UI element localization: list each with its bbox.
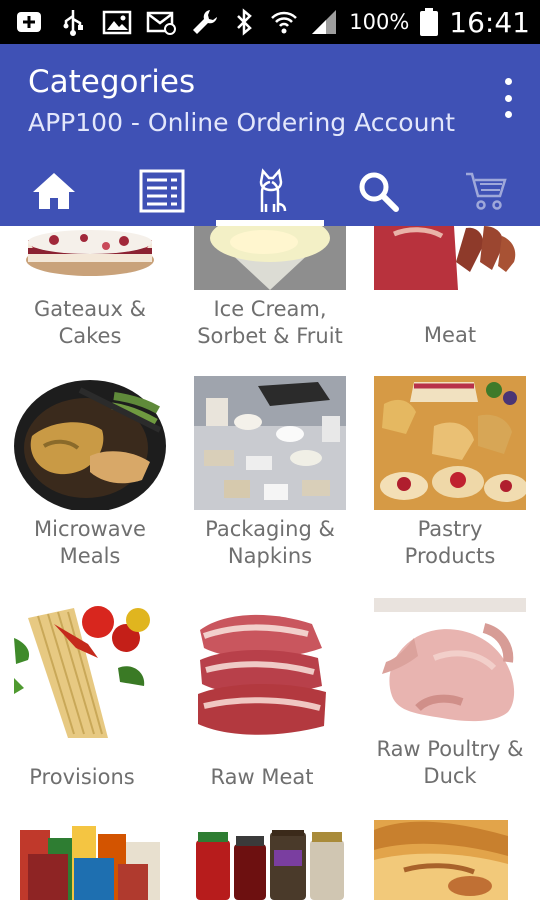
category-meat[interactable]: Meat — [360, 226, 540, 356]
tab-home[interactable] — [0, 156, 108, 226]
category-gateaux-cakes[interactable]: Gateaux & Cakes — [0, 226, 180, 356]
category-label: Ice Cream, Sorbet & Fruit — [197, 297, 343, 348]
bluetooth-icon — [237, 8, 253, 36]
category-raw-meat[interactable]: Raw Meat — [180, 598, 360, 798]
battery-icon — [420, 8, 439, 36]
category-image — [14, 820, 166, 900]
tab-categories[interactable] — [216, 156, 324, 226]
status-bar: 100% 16:41 — [0, 0, 540, 44]
page-title: Categories — [28, 64, 196, 100]
category-image — [374, 820, 508, 900]
category-label: Raw Poultry & Duck — [376, 737, 524, 788]
wifi-icon — [271, 11, 298, 34]
category-image — [194, 830, 346, 900]
mail-icon — [146, 11, 176, 35]
category-label: Raw Meat — [210, 765, 314, 789]
category-label: Packaging & Napkins — [205, 517, 335, 568]
category-item[interactable] — [180, 820, 360, 900]
tab-search[interactable] — [324, 156, 432, 226]
image-icon — [102, 10, 132, 35]
signal-icon — [312, 10, 337, 34]
category-image — [374, 226, 526, 290]
category-image — [194, 226, 346, 290]
category-image — [194, 598, 330, 754]
category-image — [14, 376, 166, 510]
category-packaging-napkins[interactable]: Packaging & Napkins — [180, 376, 360, 576]
category-pastry-products[interactable]: Pastry Products — [360, 376, 540, 576]
cart-icon — [466, 172, 507, 210]
usb-icon — [63, 10, 83, 36]
category-raw-poultry-duck[interactable]: Raw Poultry & Duck — [360, 598, 540, 798]
wrench-icon — [193, 10, 217, 34]
cat-icon — [259, 168, 287, 212]
category-image — [194, 376, 346, 510]
category-microwave-meals[interactable]: Microwave Meals — [0, 376, 180, 576]
category-ice-cream-sorbet-fruit[interactable]: Ice Cream, Sorbet & Fruit — [180, 226, 360, 356]
plus-box-icon — [17, 12, 41, 32]
account-subtitle: APP100 - Online Ordering Account — [28, 108, 456, 137]
category-grid: Gateaux & Cakes Ice Cream, Sorbet & Fruit … — [0, 226, 540, 900]
overflow-menu-icon[interactable] — [500, 78, 516, 118]
category-item[interactable] — [0, 820, 180, 900]
category-label: Provisions — [29, 765, 135, 789]
tab-bar — [0, 156, 540, 226]
category-image — [374, 376, 526, 510]
home-icon — [33, 173, 75, 209]
category-label: Meat — [423, 323, 477, 347]
list-icon — [139, 169, 185, 213]
category-image — [14, 226, 166, 290]
category-label: Gateaux & Cakes — [34, 297, 146, 348]
clock: 16:41 — [449, 5, 530, 39]
category-label: Pastry Products — [404, 517, 496, 568]
category-image — [374, 598, 526, 730]
category-item[interactable] — [360, 820, 540, 900]
search-icon — [359, 172, 399, 212]
category-image — [14, 598, 150, 750]
tab-cart[interactable] — [432, 156, 540, 226]
category-provisions[interactable]: Provisions — [0, 598, 180, 798]
battery-percent: 100% — [349, 10, 410, 34]
category-label: Microwave Meals — [34, 517, 146, 568]
app-bar: Categories APP100 - Online Ordering Acco… — [0, 44, 540, 226]
tab-list[interactable] — [108, 156, 216, 226]
